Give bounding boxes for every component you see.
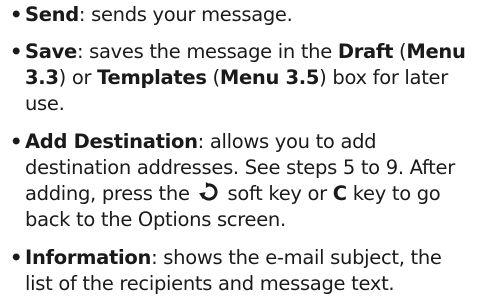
text: adding, press the — [25, 182, 190, 205]
term-menu: Menu — [406, 40, 466, 63]
text: : shows the e-mail subject, the — [151, 246, 442, 269]
text: : saves the message in the — [76, 40, 338, 63]
item-line: adding, press the soft key or C key to g… — [10, 181, 496, 207]
term-information: Information — [25, 246, 152, 269]
item-line: back to the Options screen. — [25, 208, 286, 231]
text: : allows you to add — [197, 130, 377, 153]
text: ( — [393, 40, 407, 63]
item-line: destination addresses. See steps 5 to 9.… — [25, 156, 455, 179]
back-arrow-icon — [198, 182, 218, 201]
bullet: • — [10, 40, 23, 63]
list-item-save: • Save: saves the message in the Draft (… — [10, 39, 496, 117]
list-item-information: • Information: shows the e-mail subject,… — [10, 245, 496, 297]
text: ) or — [58, 66, 98, 89]
item-line: list of the recipients and message text. — [25, 272, 395, 295]
term-menu-number: 3.3 — [25, 66, 59, 89]
item-line: Save: saves the message in the Draft (Me… — [10, 39, 496, 65]
item-line: Send: sends your message. — [10, 2, 496, 28]
term-templates: Templates — [97, 66, 207, 89]
list-item-add-destination: • Add Destination: allows you to add des… — [10, 129, 496, 233]
term-save: Save — [25, 40, 77, 63]
manual-page: • Send: sends your message. • Save: save… — [0, 0, 499, 295]
bullet: • — [10, 3, 23, 26]
item-line: Add Destination: allows you to add — [10, 129, 496, 155]
bullet: • — [10, 130, 23, 153]
text: ( — [206, 66, 221, 89]
term-menu-3-5: Menu 3.5 — [219, 66, 320, 89]
list-item-send: • Send: sends your message. — [10, 2, 496, 28]
text: soft key or — [227, 182, 327, 205]
item-line: use. — [25, 92, 65, 115]
item-line: Information: shows the e-mail subject, t… — [10, 245, 496, 271]
term-send: Send — [25, 3, 79, 26]
term-c-key: C — [332, 182, 347, 205]
bullet: • — [10, 246, 23, 269]
text: ) box for later — [319, 66, 448, 89]
desc-send: : sends your message. — [78, 3, 293, 26]
term-draft: Draft — [337, 40, 394, 63]
item-line: 3.3) or Templates (Menu 3.5) box for lat… — [10, 65, 496, 91]
text: key to go — [352, 182, 441, 205]
term-add-destination: Add Destination — [25, 130, 198, 153]
